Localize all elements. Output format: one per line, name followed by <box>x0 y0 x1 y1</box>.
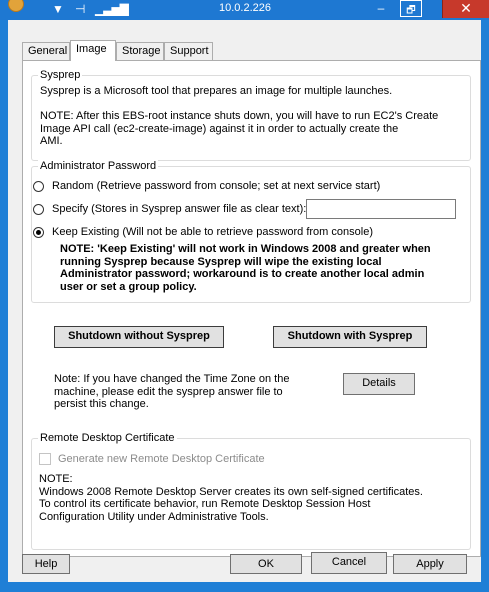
sysprep-note: NOTE: After this EBS-root instance shuts… <box>40 110 439 148</box>
keep-existing-label: Keep Existing (Will not be able to retri… <box>52 226 373 238</box>
tab-storage[interactable]: Storage <box>116 42 164 60</box>
keep-existing-radio[interactable] <box>33 227 44 238</box>
tab-label: Image <box>76 43 107 55</box>
rdp-certificate-title: Remote Desktop Certificate <box>38 432 177 444</box>
signal-icon: ▁▃▅▇ <box>95 2 129 16</box>
restore-icon: 🗗 <box>406 5 416 16</box>
generate-rdp-certificate-checkbox[interactable] <box>39 453 51 465</box>
specify-password-input[interactable] <box>306 199 456 219</box>
close-icon: ✕ <box>460 0 472 16</box>
tab-label: Support <box>170 45 209 57</box>
tab-label: Storage <box>122 45 161 57</box>
shutdown-with-sysprep-button[interactable]: Shutdown with Sysprep <box>273 326 427 348</box>
sysprep-description: Sysprep is a Microsoft tool that prepare… <box>40 85 393 97</box>
sysprep-group-title: Sysprep <box>38 69 83 81</box>
dialog-client-area: General Image Storage Support Sysprep Sy… <box>8 20 481 582</box>
random-password-radio[interactable] <box>33 181 44 192</box>
shutdown-without-sysprep-button[interactable]: Shutdown without Sysprep <box>54 326 224 348</box>
minimize-icon: – <box>377 1 385 15</box>
app-icon <box>8 0 24 12</box>
random-password-label: Random (Retrieve password from console; … <box>52 180 381 192</box>
title-bar: ▼ ⊣ ▁▃▅▇ 10.0.2.226 – 🗗 ✕ <box>0 0 489 20</box>
close-button[interactable]: ✕ <box>442 0 489 18</box>
details-button[interactable]: Details <box>343 373 415 395</box>
help-button[interactable]: Help <box>22 554 70 574</box>
apply-button[interactable]: Apply <box>393 554 467 574</box>
generate-rdp-certificate-label: Generate new Remote Desktop Certificate <box>58 453 265 465</box>
specify-password-label: Specify (Stores in Sysprep answer file a… <box>52 203 307 215</box>
tab-image[interactable]: Image <box>70 40 116 61</box>
cancel-button[interactable]: Cancel <box>311 552 387 574</box>
timezone-note: Note: If you have changed the Time Zone … <box>54 373 290 411</box>
window-title: 10.0.2.226 <box>219 2 271 14</box>
chevron-down-icon[interactable]: ▼ <box>52 2 64 16</box>
rdp-certificate-note: NOTE: Windows 2008 Remote Desktop Server… <box>39 473 423 523</box>
restore-button[interactable]: 🗗 <box>400 0 422 17</box>
keep-existing-warning: NOTE: 'Keep Existing' will not work in W… <box>60 243 431 293</box>
minimize-button[interactable]: – <box>370 0 392 18</box>
specify-password-radio[interactable] <box>33 204 44 215</box>
tab-label: General <box>28 45 68 57</box>
admin-password-title: Administrator Password <box>38 160 159 172</box>
tab-support[interactable]: Support <box>164 42 213 60</box>
ok-button[interactable]: OK <box>230 554 302 574</box>
tab-general[interactable]: General <box>22 42 70 60</box>
pin-icon[interactable]: ⊣ <box>75 2 85 16</box>
tab-page-image: Sysprep Sysprep is a Microsoft tool that… <box>22 60 481 557</box>
